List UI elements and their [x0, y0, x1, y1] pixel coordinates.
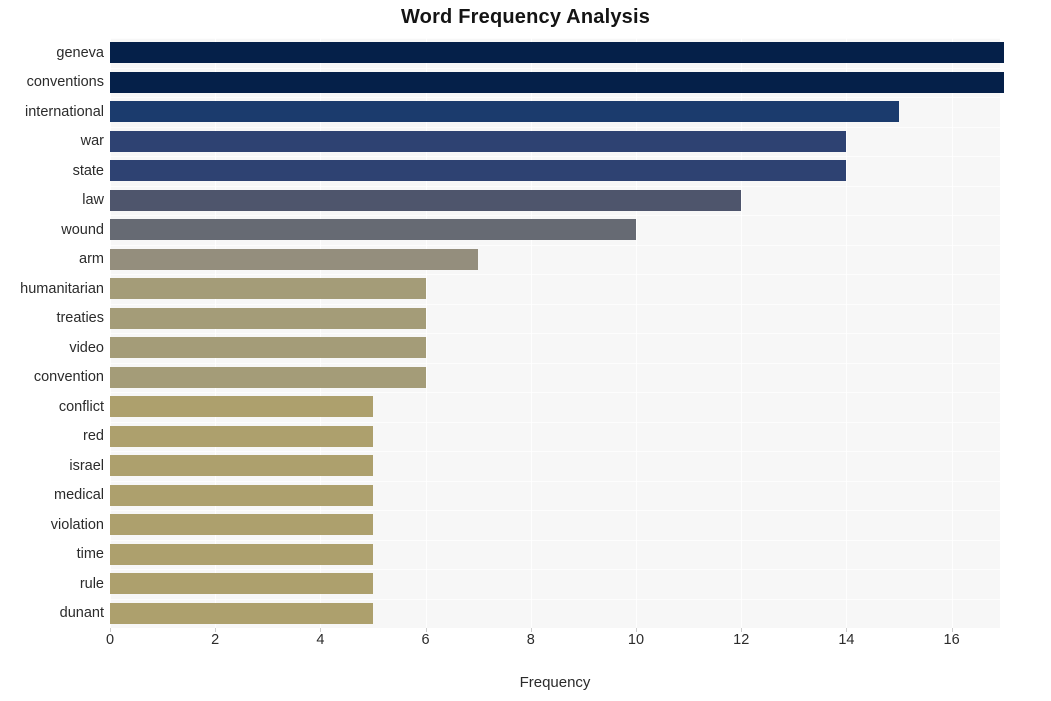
x-axis-tick-label: 16: [943, 632, 960, 648]
bar-row[interactable]: [110, 363, 1000, 393]
x-axis-tick-label: 10: [627, 632, 645, 648]
bar-row[interactable]: [110, 599, 1000, 629]
x-axis-tick-label: 6: [421, 632, 430, 648]
bar[interactable]: [110, 130, 847, 152]
y-axis-tick-label: state: [72, 162, 104, 179]
y-axis-tick-label: conflict: [58, 398, 104, 415]
y-axis-tick-label: time: [76, 546, 104, 563]
x-axis-tick-label: 14: [838, 632, 855, 648]
bar[interactable]: [110, 219, 636, 241]
bar[interactable]: [110, 455, 373, 477]
bar-row[interactable]: [110, 127, 1000, 157]
y-axis-tick-label: arm: [79, 251, 104, 268]
bar-row[interactable]: [110, 245, 1000, 275]
bar[interactable]: [110, 248, 479, 270]
bar[interactable]: [110, 307, 426, 329]
y-axis-tick-label: violation: [50, 516, 104, 533]
x-axis-tick-label: 12: [733, 632, 750, 648]
bar-row[interactable]: [110, 68, 1005, 98]
y-axis-tick-label: law: [82, 192, 104, 209]
bar-series: [110, 38, 1005, 629]
y-axis-tick-label: international: [25, 103, 104, 120]
bar-row[interactable]: [110, 215, 1000, 245]
bar[interactable]: [110, 425, 373, 447]
bar[interactable]: [110, 42, 1005, 64]
y-axis-tick-label: geneva: [56, 44, 104, 61]
x-axis-tick-label: 8: [526, 632, 535, 648]
bar-row[interactable]: [110, 186, 1000, 216]
plot-area: [110, 38, 1005, 629]
bar-row[interactable]: [110, 274, 1000, 304]
y-axis-tick-label: israel: [69, 457, 104, 474]
bar-row[interactable]: [110, 540, 1000, 570]
y-axis-tick-label: rule: [79, 575, 104, 592]
bar[interactable]: [110, 71, 1005, 93]
bar[interactable]: [110, 484, 373, 506]
y-axis-tick-label: wound: [61, 221, 104, 238]
bar-row[interactable]: [110, 422, 1000, 452]
bar[interactable]: [110, 160, 847, 182]
bar[interactable]: [110, 514, 373, 536]
y-axis-tick-label: treaties: [56, 310, 104, 327]
bar-row[interactable]: [110, 97, 1000, 127]
y-axis-tick-label: war: [80, 133, 104, 150]
bar[interactable]: [110, 396, 373, 418]
y-axis-tick-label: red: [83, 428, 104, 445]
bar[interactable]: [110, 573, 373, 595]
y-axis-tick-label: conventions: [26, 74, 104, 91]
y-axis-tick-label: medical: [54, 487, 104, 504]
bar-row[interactable]: [110, 510, 1000, 540]
bar[interactable]: [110, 189, 742, 211]
bar-row[interactable]: [110, 451, 1000, 481]
x-axis-title: Frequency: [519, 674, 591, 691]
bar[interactable]: [110, 337, 426, 359]
bar[interactable]: [110, 366, 426, 388]
y-axis-tick-label: humanitarian: [20, 280, 104, 297]
x-axis-tick-label: 2: [211, 632, 220, 648]
x-axis-tick-labels: 0 2 4 6 8 10 12 14 16: [0, 628, 1051, 656]
y-axis-tick-label: video: [69, 339, 104, 356]
y-axis-tick-label: convention: [33, 369, 104, 386]
horizontal-gridline: [110, 628, 1000, 629]
bar[interactable]: [110, 278, 426, 300]
bar-row[interactable]: [110, 392, 1000, 422]
word-frequency-chart-figure: Word Frequency Analysis geneva convention…: [0, 0, 1051, 701]
x-axis-tick-label: 0: [105, 632, 115, 648]
y-axis-tick-label: dunant: [59, 605, 104, 622]
bar-row[interactable]: [110, 156, 1000, 186]
bar-row[interactable]: [110, 38, 1005, 68]
bar-row[interactable]: [110, 481, 1000, 511]
bar[interactable]: [110, 543, 373, 565]
x-axis-tick-label: 4: [316, 632, 325, 648]
page-title: Word Frequency Analysis: [400, 6, 651, 28]
bar[interactable]: [110, 101, 899, 123]
y-axis-tick-labels: geneva conventions international war state la…: [0, 38, 104, 628]
bar[interactable]: [110, 602, 373, 624]
bar-row[interactable]: [110, 333, 1000, 363]
bar-row[interactable]: [110, 304, 1000, 334]
bar-row[interactable]: [110, 569, 1000, 599]
